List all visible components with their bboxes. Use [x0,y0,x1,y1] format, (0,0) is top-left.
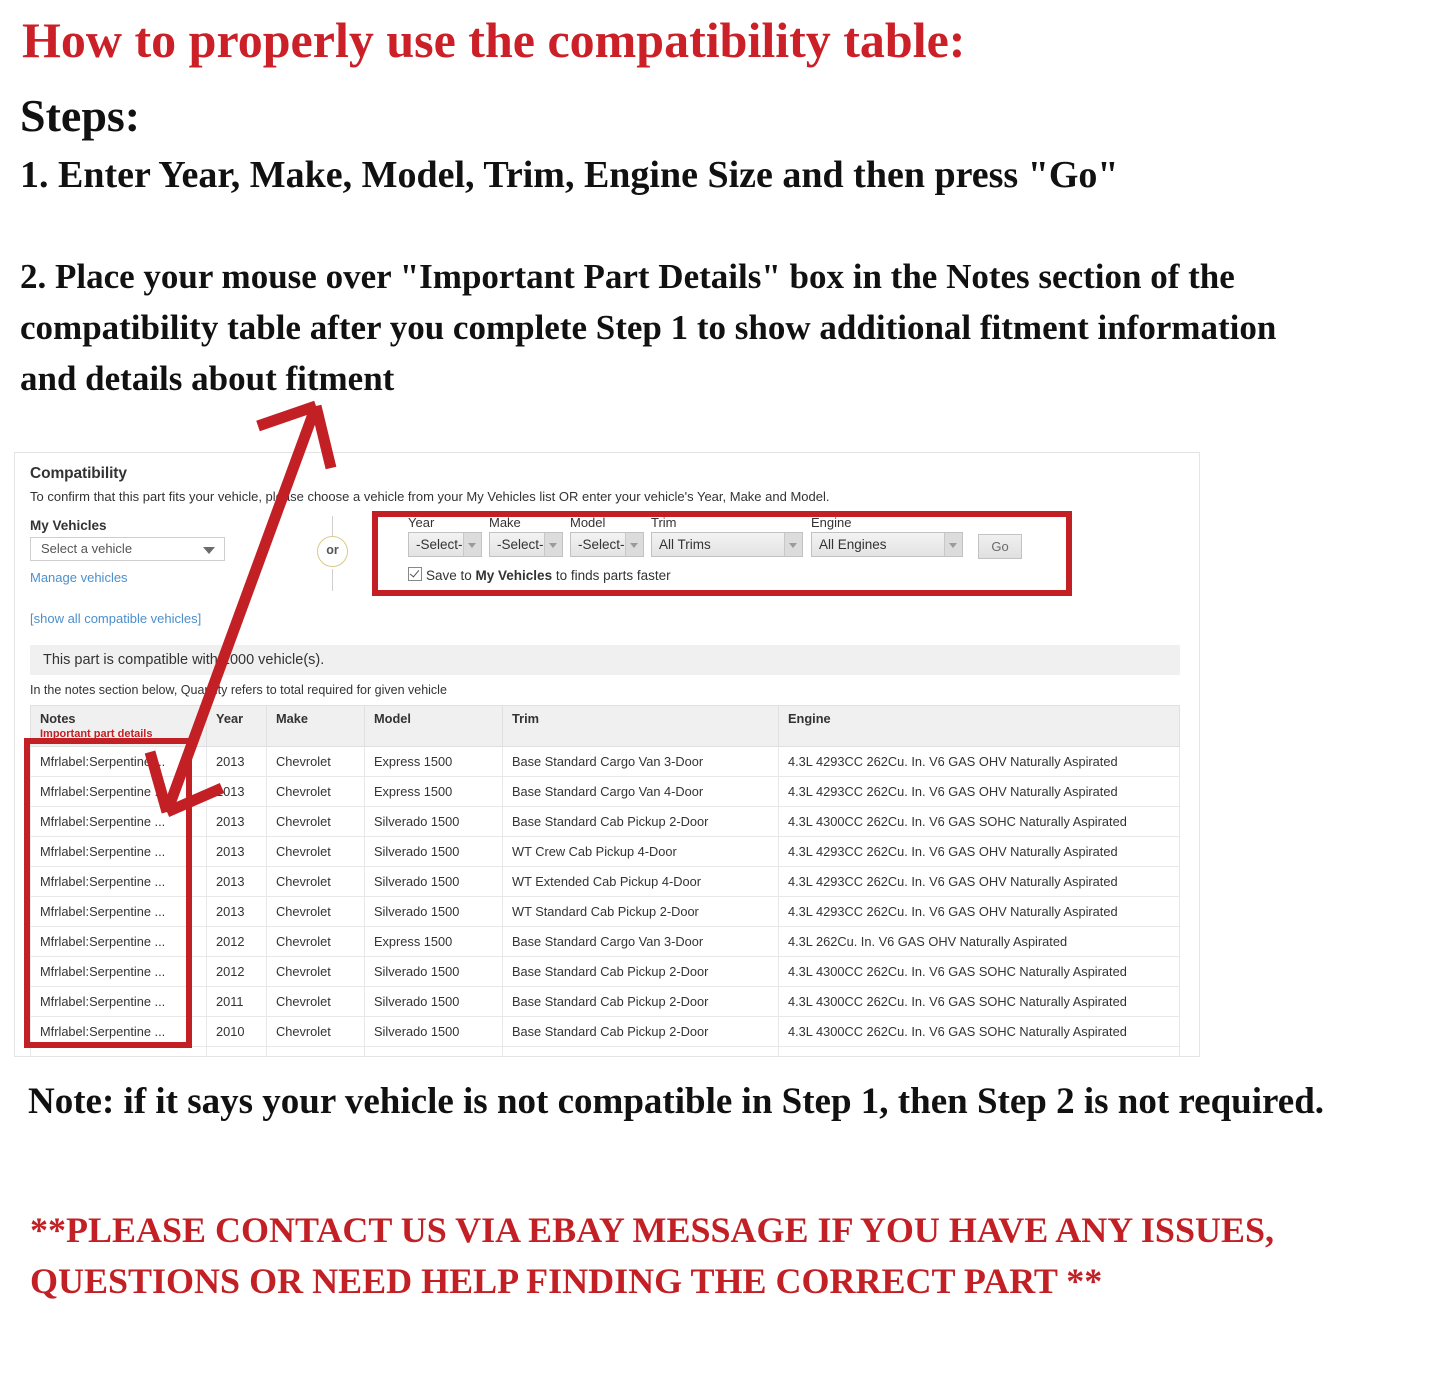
table-cell-trim: Base Standard Cab Pickup 2-Door [502,986,779,1017]
table-cell-trim: WT Crew Cab Pickup 4-Door [502,836,779,867]
compatibility-subtitle: To confirm that this part fits your vehi… [30,489,830,504]
table-cell-year: 2013 [206,836,267,867]
table-row: Mfrlabel:Serpentine ...2010ChevroletSilv… [30,1016,1180,1047]
fitment-table: Notes Important part details Year Make M… [30,705,1180,1056]
table-cell-engine: 4.3L 262Cu. In. V6 GAS OHV Naturally Asp… [778,1046,1180,1056]
table-cell-notes: Mfrlabel:Serpentine ... [30,1046,207,1056]
table-header-row: Notes Important part details Year Make M… [30,705,1180,747]
steps-label: Steps: [20,90,141,141]
show-all-compatible-vehicles-link[interactable]: [show all compatible vehicles] [30,611,201,626]
table-cell-year: 2013 [206,776,267,807]
highlight-box-vehicle-finder [372,511,1072,596]
table-cell-year: 2010 [206,1016,267,1047]
table-cell-engine: 4.3L 4293CC 262Cu. In. V6 GAS OHV Natura… [778,746,1180,777]
manage-vehicles-link[interactable]: Manage vehicles [30,570,128,585]
table-cell-make: Chevrolet [266,926,365,957]
table-cell-make: Chevrolet [266,836,365,867]
step-1-text: 1. Enter Year, Make, Model, Trim, Engine… [20,154,1119,196]
column-header-notes-label: Notes [40,711,76,726]
table-cell-trim: Base Standard Cargo Van 3-Door [502,746,779,777]
step-2-text: 2. Place your mouse over "Important Part… [20,257,1277,398]
table-cell-year: 2010 [206,1046,267,1056]
compatibility-count-banner: This part is compatible with 1000 vehicl… [30,645,1180,675]
table-cell-year: 2012 [206,926,267,957]
or-divider: or [315,516,349,591]
table-cell-make: Chevrolet [266,1016,365,1047]
table-row: Mfrlabel:Serpentine ... 2011 Chevrolet Silv… [30,986,1180,1017]
table-cell-trim: WT Standard Cab Pickup 2-Door [502,896,779,927]
table-cell-engine: 4.3L 4293CC 262Cu. In. V6 GAS OHV Natura… [778,776,1180,807]
chevron-down-icon [203,547,215,554]
table-cell-model: Silverado 1500 [364,806,503,837]
bottom-note-text: Note: if it says your vehicle is not com… [28,1081,1325,1122]
table-cell-model: Express 1500 [364,746,503,777]
highlight-box-notes-column [24,738,192,1048]
column-header-engine: Engine [778,705,1180,747]
table-cell-year: 2013 [206,866,267,897]
table-cell-year: 2012 [206,956,267,987]
table-row: Mfrlabel:Serpentine ... 2012 Chevrolet Silv… [30,956,1180,987]
my-vehicles-label: My Vehicles [30,518,107,533]
fitment-table-body: Mfrlabel:Serpentine ... 2013 Chevrolet Expr… [30,746,1180,1056]
table-cell-make: Chevrolet [266,866,365,897]
table-cell-trim: Base Standard Cargo Van 4-Door [502,776,779,807]
vehicle-select-value: Select a vehicle [41,541,133,556]
table-cell-engine: 4.3L 4300CC 262Cu. In. V6 GAS SOHC Natur… [778,806,1180,837]
or-divider-line-bottom [332,569,333,591]
table-row: Mfrlabel:Serpentine ...2010ChevroletSilv… [30,1046,1180,1056]
table-row: Mfrlabel:Serpentine ... 2013 Chevrolet Silv… [30,836,1180,867]
table-cell-model: Silverado 1500 [364,896,503,927]
table-cell-model: Silverado 1500 [364,836,503,867]
notes-quantity-hint: In the notes section below, Quantity ref… [30,683,447,697]
table-cell-trim: Base Standard Cab Pickup 2-Door [502,806,779,837]
table-cell-make: Chevrolet [266,956,365,987]
table-cell-model: Silverado 1500 [364,986,503,1017]
page-title: How to properly use the compatibility ta… [22,12,966,68]
table-cell-engine: 4.3L 4300CC 262Cu. In. V6 GAS SOHC Natur… [778,956,1180,987]
table-cell-engine: 4.3L 262Cu. In. V6 GAS OHV Naturally Asp… [778,926,1180,957]
table-cell-trim: WT Crew Cab Pickup 4-Door [502,1046,779,1056]
table-cell-year: 2013 [206,746,267,777]
table-cell-model: Express 1500 [364,776,503,807]
table-cell-year: 2013 [206,896,267,927]
table-row: Mfrlabel:Serpentine ... 2013 Chevrolet Expr… [30,776,1180,807]
table-cell-make: Chevrolet [266,746,365,777]
table-cell-trim: WT Extended Cab Pickup 4-Door [502,866,779,897]
table-row: Mfrlabel:Serpentine ... 2013 Chevrolet Silv… [30,896,1180,927]
table-cell-engine: 4.3L 4293CC 262Cu. In. V6 GAS OHV Natura… [778,866,1180,897]
table-cell-model: Silverado 1500 [364,1046,503,1056]
table-cell-make: Chevrolet [266,776,365,807]
table-row: Mfrlabel:Serpentine ... 2013 Chevrolet Silv… [30,866,1180,897]
table-cell-year: 2013 [206,806,267,837]
table-cell-engine: 4.3L 4293CC 262Cu. In. V6 GAS OHV Natura… [778,836,1180,867]
table-cell-make: Chevrolet [266,896,365,927]
table-row: Mfrlabel:Serpentine ... 2013 Chevrolet Silv… [30,806,1180,837]
table-cell-model: Silverado 1500 [364,1016,503,1047]
table-cell-year: 2011 [206,986,267,1017]
contact-us-text: **PLEASE CONTACT US VIA EBAY MESSAGE IF … [30,1210,1275,1302]
table-row: Mfrlabel:Serpentine ... 2013 Chevrolet Expr… [30,746,1180,777]
column-header-year: Year [206,705,267,747]
table-cell-model: Silverado 1500 [364,866,503,897]
vehicle-select-dropdown[interactable]: Select a vehicle [30,537,225,561]
table-cell-trim: Base Standard Cab Pickup 2-Door [502,956,779,987]
table-cell-engine: 4.3L 4300CC 262Cu. In. V6 GAS SOHC Natur… [778,986,1180,1017]
table-cell-engine: 4.3L 4293CC 262Cu. In. V6 GAS OHV Natura… [778,896,1180,927]
or-divider-line-top [332,516,333,538]
table-cell-make: Chevrolet [266,806,365,837]
table-cell-make: Chevrolet [266,986,365,1017]
table-cell-model: Express 1500 [364,926,503,957]
table-row: Mfrlabel:Serpentine ... 2012 Chevrolet Expr… [30,926,1180,957]
table-cell-engine: 4.3L 4300CC 262Cu. In. V6 GAS SOHC Natur… [778,1016,1180,1047]
table-cell-model: Silverado 1500 [364,956,503,987]
or-divider-label: or [317,536,348,567]
compatibility-heading: Compatibility [30,465,127,482]
table-cell-make: Chevrolet [266,1046,365,1056]
column-header-trim: Trim [502,705,779,747]
column-header-make: Make [266,705,365,747]
table-cell-trim: Base Standard Cargo Van 3-Door [502,926,779,957]
column-header-model: Model [364,705,503,747]
table-cell-trim: Base Standard Cab Pickup 2-Door [502,1016,779,1047]
